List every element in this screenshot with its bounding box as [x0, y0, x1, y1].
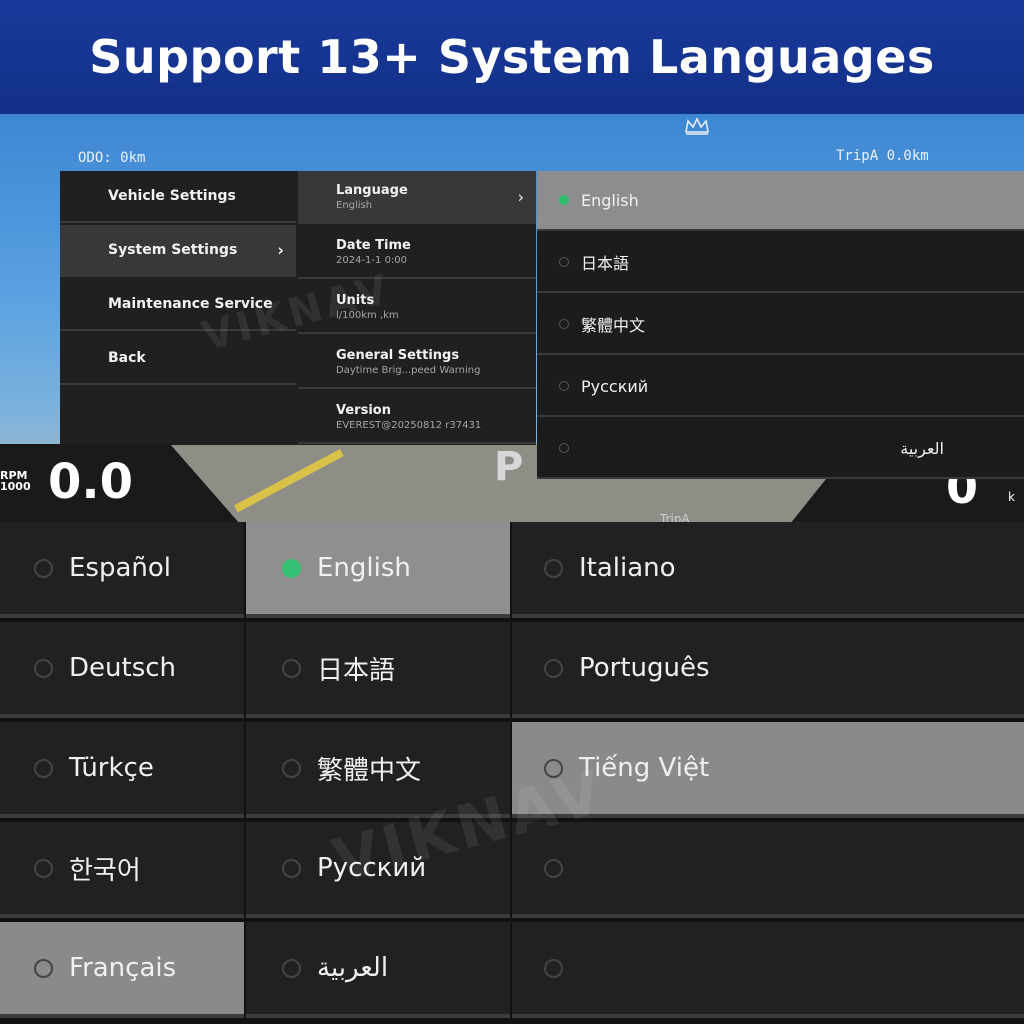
- language-label: 繁體中文: [581, 316, 646, 335]
- language-list-panel: English 日本語 繁體中文 Русский العربية: [537, 171, 1024, 479]
- language-label: Italiano: [579, 553, 676, 583]
- speed-unit: k: [1008, 490, 1015, 504]
- radio-icon: [544, 558, 563, 578]
- setting-value: 2024-1-1 0:00: [336, 254, 408, 266]
- radio-icon: [559, 257, 569, 267]
- language-label: English: [581, 190, 639, 210]
- language-label: English: [317, 553, 411, 583]
- menu-item-system-settings[interactable]: System Settings ›: [60, 225, 296, 277]
- language-column-1: Español Deutsch Türkçe 한국어 Français: [0, 522, 244, 1024]
- language-label: 한국어: [69, 855, 141, 886]
- radio-icon: [282, 658, 301, 678]
- radio-selected-icon: [282, 558, 301, 578]
- language-label: Português: [579, 653, 710, 683]
- language-label: 日本語: [581, 254, 630, 273]
- menu-item-label: Back: [108, 350, 146, 366]
- radio-icon: [282, 758, 301, 778]
- radio-icon: [282, 958, 301, 978]
- language-option-korean[interactable]: 한국어: [0, 822, 244, 918]
- radio-icon: [559, 319, 569, 329]
- radio-icon: [34, 658, 53, 678]
- language-option-empty[interactable]: [512, 922, 1024, 1018]
- setting-title: Version: [336, 402, 391, 418]
- language-option-french[interactable]: Français: [0, 922, 244, 1018]
- language-option-arabic[interactable]: العربية: [246, 922, 510, 1018]
- language-label: 繁體中文: [317, 755, 422, 786]
- chevron-right-icon: ›: [517, 187, 524, 206]
- language-option-spanish[interactable]: Español: [0, 522, 244, 618]
- odometer-readout: ODO: 0km: [78, 150, 146, 166]
- setting-language[interactable]: Language English ›: [298, 171, 536, 224]
- radio-icon: [34, 758, 53, 778]
- language-label: Español: [69, 553, 172, 583]
- radio-icon: [34, 858, 53, 878]
- language-option-portuguese[interactable]: Português: [512, 622, 1024, 718]
- setting-value: Daytime Brig...peed Warning: [336, 364, 481, 376]
- language-label: Deutsch: [69, 653, 177, 683]
- setting-title: Language: [336, 182, 408, 198]
- speed-gauge-panel: [790, 474, 1024, 524]
- setting-value: EVEREST@20250812 r37431: [336, 419, 482, 431]
- crown-icon: [685, 117, 709, 135]
- language-option-turkish[interactable]: Türkçe: [0, 722, 244, 818]
- radio-icon: [559, 381, 569, 391]
- header-banner: Support 13+ System Languages: [0, 0, 1024, 114]
- language-option-japanese[interactable]: 日本語: [246, 622, 510, 718]
- language-option-traditional-chinese[interactable]: 繁體中文: [537, 295, 1024, 355]
- setting-date-time[interactable]: Date Time 2024-1-1 0:00: [298, 226, 536, 279]
- language-label: Français: [69, 953, 177, 983]
- language-option-japanese[interactable]: 日本語: [537, 233, 1024, 293]
- radio-icon: [34, 558, 53, 578]
- language-label: Türkçe: [69, 753, 154, 783]
- rpm-value: 0.0: [48, 454, 134, 510]
- trip-a-readout: TripA 0.0km: [836, 148, 929, 164]
- language-option-russian[interactable]: Русский: [537, 357, 1024, 417]
- gear-indicator: P: [494, 444, 524, 490]
- banner-title: Support 13+ System Languages: [89, 30, 935, 84]
- setting-title: Date Time: [336, 237, 411, 253]
- dashboard-screenshot: ODO: 0km TripA 0.0km RPM 1000 0.0 P Trip…: [0, 114, 1024, 524]
- language-option-arabic[interactable]: العربية: [537, 419, 1024, 479]
- menu-item-label: System Settings: [108, 242, 238, 258]
- radio-icon: [282, 858, 301, 878]
- language-option-german[interactable]: Deutsch: [0, 622, 244, 718]
- language-option-english[interactable]: English: [537, 171, 1024, 231]
- language-grid: Español Deutsch Türkçe 한국어 Français Engl…: [0, 522, 1024, 1024]
- menu-item-label: Vehicle Settings: [108, 188, 236, 204]
- radio-icon: [34, 958, 53, 978]
- rpm-label: RPM 1000: [0, 469, 31, 493]
- language-option-empty[interactable]: [512, 822, 1024, 918]
- language-column-2: English 日本語 繁體中文 Русский العربية: [246, 522, 510, 1024]
- radio-icon: [559, 443, 569, 453]
- setting-title: General Settings: [336, 347, 460, 363]
- radio-icon: [544, 958, 563, 978]
- language-option-italian[interactable]: Italiano: [512, 522, 1024, 618]
- language-label: العربية: [317, 953, 389, 983]
- menu-item-vehicle-settings[interactable]: Vehicle Settings: [60, 171, 296, 223]
- radio-selected-icon: [559, 195, 569, 205]
- language-option-english[interactable]: English: [246, 522, 510, 618]
- setting-value: English: [336, 199, 373, 211]
- radio-icon: [544, 658, 563, 678]
- language-label: Русский: [581, 376, 649, 396]
- setting-general[interactable]: General Settings Daytime Brig...peed War…: [298, 336, 536, 389]
- chevron-right-icon: ›: [277, 240, 284, 260]
- radio-icon: [544, 858, 563, 878]
- language-label: العربية: [900, 438, 944, 458]
- setting-version[interactable]: Version EVEREST@20250812 r37431: [298, 391, 536, 444]
- language-label: 日本語: [317, 655, 396, 686]
